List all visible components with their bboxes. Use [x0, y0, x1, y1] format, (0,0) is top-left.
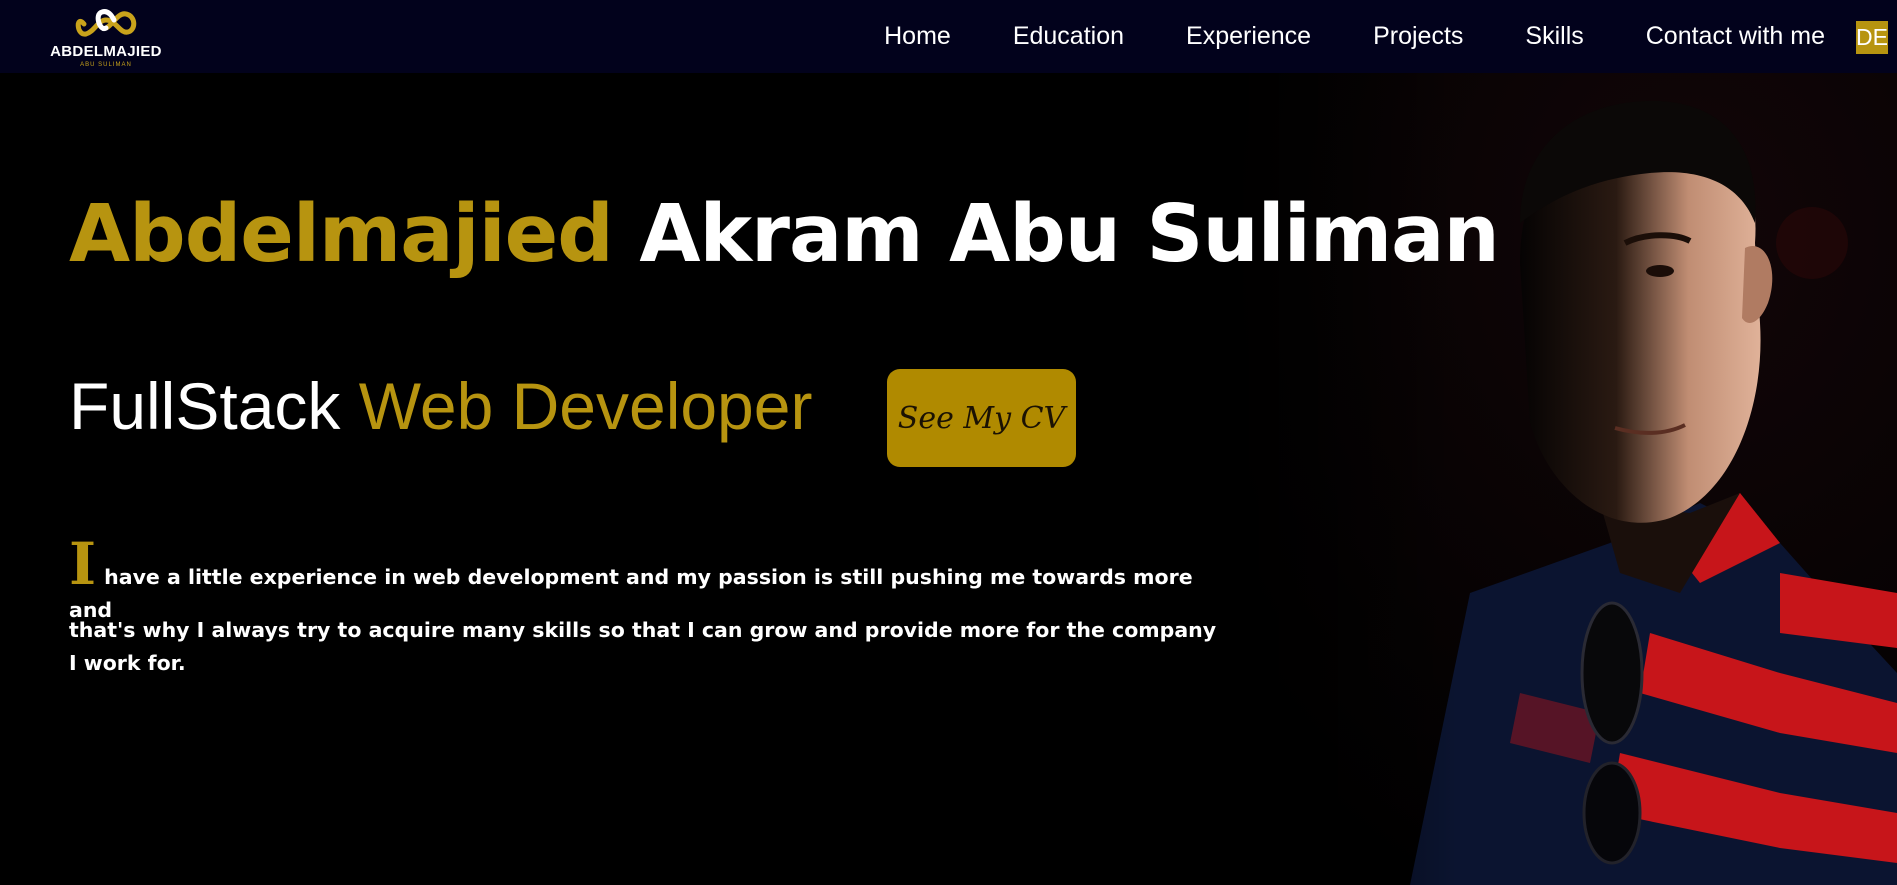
see-cv-button[interactable]: See My CV: [887, 369, 1076, 467]
about-line-1: Ihave a little experience in web develop…: [69, 535, 1219, 622]
logo-subtitle: ABU SULIMAN: [80, 62, 132, 68]
nav-home[interactable]: Home: [884, 22, 951, 51]
hero-role: FullStack Web Developer: [69, 368, 812, 444]
role-web-developer: Web Developer: [358, 369, 813, 443]
nav-projects[interactable]: Projects: [1373, 22, 1463, 51]
nav-contact[interactable]: Contact with me: [1646, 22, 1825, 51]
hero-last-name: Akram Abu Suliman: [639, 188, 1499, 280]
navbar: ABDELMAJIED ABU SULIMAN Home Education E…: [0, 0, 1897, 73]
about-text: Ihave a little experience in web develop…: [69, 535, 1219, 680]
nav-links: Home Education Experience Projects Skill…: [822, 0, 1825, 73]
nav-skills[interactable]: Skills: [1525, 22, 1583, 51]
logo[interactable]: ABDELMAJIED ABU SULIMAN: [48, 6, 164, 70]
hero-name: Abdelmajied Akram Abu Suliman: [69, 188, 1500, 280]
about-drop-cap: I: [69, 530, 97, 598]
role-fullstack: FullStack: [69, 369, 341, 443]
infinity-logo-icon: [75, 9, 137, 37]
language-toggle-button[interactable]: DE: [1856, 21, 1888, 54]
about-line-2: that's why I always try to acquire many …: [69, 618, 1217, 675]
nav-education[interactable]: Education: [1013, 22, 1124, 51]
hero-first-name: Abdelmajied: [69, 188, 614, 280]
nav-experience[interactable]: Experience: [1186, 22, 1311, 51]
logo-name: ABDELMAJIED: [50, 43, 162, 60]
